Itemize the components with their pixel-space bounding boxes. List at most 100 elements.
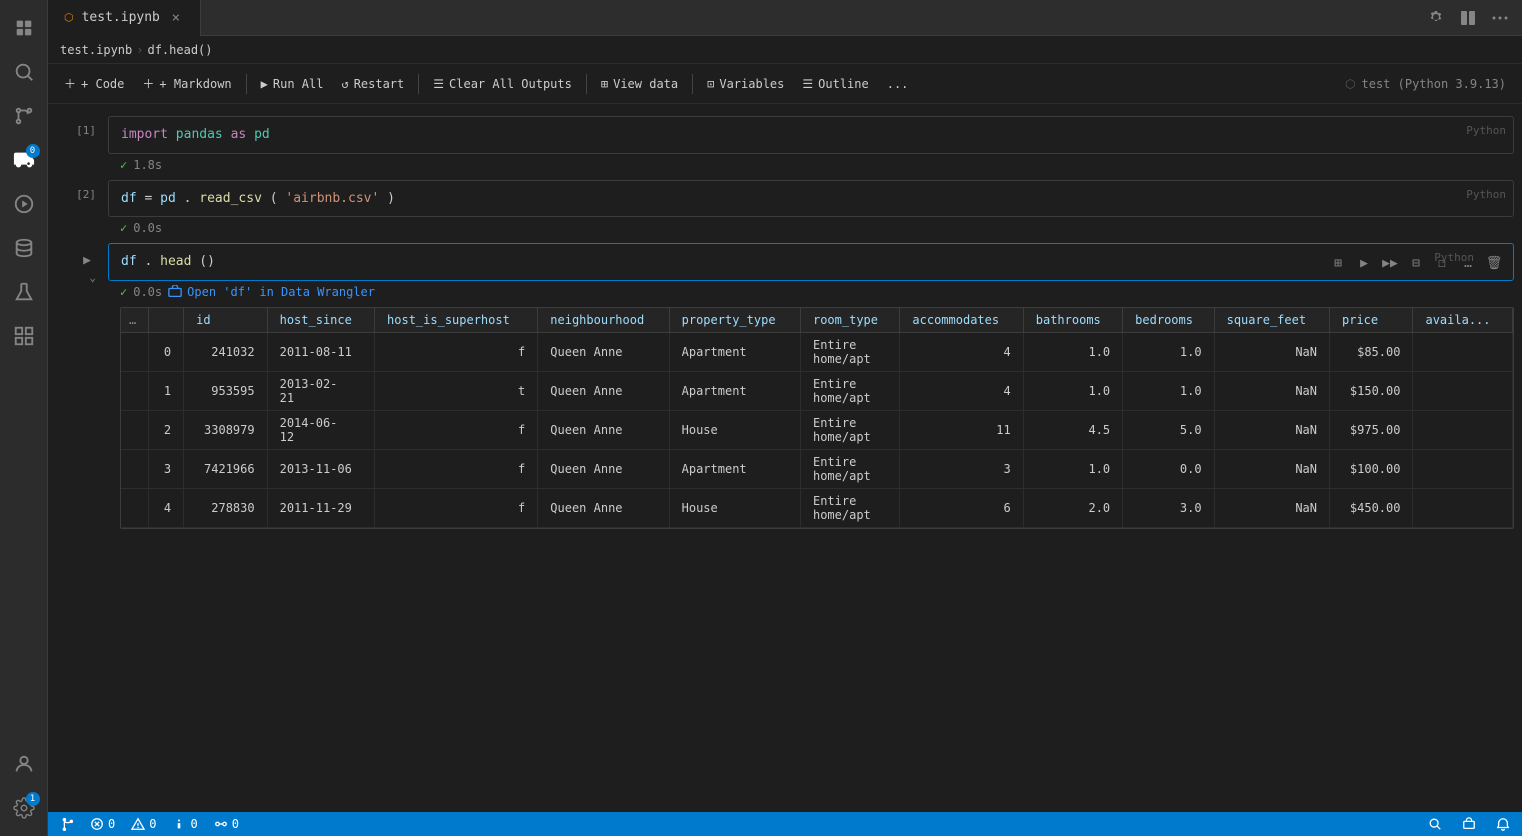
col-host-superhost[interactable]: host_is_superhost xyxy=(375,308,538,333)
split-editor-btn[interactable] xyxy=(1454,4,1482,32)
tab-label: test.ipynb xyxy=(82,10,160,25)
source-control-icon[interactable] xyxy=(4,96,44,136)
flask-icon[interactable] xyxy=(4,272,44,312)
data-wrangler-link[interactable]: Open 'df' in Data Wrangler xyxy=(168,285,375,299)
toolbar-sep-2 xyxy=(418,74,419,94)
cell-1-output: ✓ 1.8s xyxy=(108,154,1514,176)
cell-1-code[interactable]: import pandas as pd xyxy=(108,116,1514,154)
col-bathrooms[interactable]: bathrooms xyxy=(1023,308,1122,333)
explorer-icon[interactable] xyxy=(4,8,44,48)
search-icon[interactable] xyxy=(4,52,44,92)
grid-icon[interactable] xyxy=(4,316,44,356)
col-sqft[interactable]: square_feet xyxy=(1214,308,1329,333)
breadcrumb-separator: › xyxy=(136,43,143,57)
col-avail[interactable]: availa... xyxy=(1413,308,1513,333)
info-count[interactable]: 0 xyxy=(168,817,201,831)
cell-2-code[interactable]: df = pd . read_csv ( 'airbnb.csv' ) xyxy=(108,180,1514,218)
add-markdown-button[interactable]: ＋ + Markdown xyxy=(134,71,239,96)
col-options[interactable]: … xyxy=(121,308,148,333)
extensions-icon[interactable]: 0 xyxy=(4,140,44,180)
col-host-since[interactable]: host_since xyxy=(267,308,374,333)
notebook-body: [1] import pandas as pd ✓ 1.8s Python [2… xyxy=(48,104,1522,812)
col-id[interactable]: id xyxy=(184,308,267,333)
col-neighbourhood[interactable]: neighbourhood xyxy=(538,308,669,333)
wrangler-label: Open 'df' in Data Wrangler xyxy=(187,285,375,299)
df-var: df xyxy=(121,191,137,206)
settings-gear-btn[interactable] xyxy=(1422,4,1450,32)
variables-button[interactable]: ⊡ Variables xyxy=(699,73,792,95)
run-all-button[interactable]: ▶ Run All xyxy=(253,73,332,95)
port-count[interactable]: 0 xyxy=(210,817,243,831)
cell-split-btn[interactable]: ⊟ xyxy=(1404,251,1428,275)
tab-test-ipynb[interactable]: ⬡ test.ipynb × xyxy=(48,0,201,36)
account-icon[interactable] xyxy=(4,744,44,784)
cell-run-below-btn[interactable]: ▶▶ xyxy=(1378,251,1402,275)
cell-format-btn[interactable]: ⊞ xyxy=(1326,251,1350,275)
col-accommodates[interactable]: accommodates xyxy=(900,308,1023,333)
run-all-label: Run All xyxy=(273,77,324,91)
cell-run-btn-toolbar[interactable]: ▶ xyxy=(1352,251,1376,275)
outline-button[interactable]: ☰ Outline xyxy=(794,73,876,95)
info-count-val: 0 xyxy=(190,817,197,831)
view-data-button[interactable]: ⊞ View data xyxy=(593,73,686,95)
view-data-label: View data xyxy=(613,77,678,91)
pd-var: pd xyxy=(160,191,176,206)
cell-3-run-btn[interactable]: ▶ xyxy=(78,251,96,269)
more-actions-btn[interactable] xyxy=(1486,4,1514,32)
cell-3-gutter: ▶ ⌄ xyxy=(56,243,104,284)
data-icon[interactable] xyxy=(4,228,44,268)
breadcrumb-root[interactable]: test.ipynb xyxy=(60,43,132,57)
warnings-count[interactable]: 0 xyxy=(127,817,160,831)
status-bar: 0 0 0 0 xyxy=(48,812,1522,836)
settings-icon[interactable]: 1 xyxy=(4,788,44,828)
variables-icon: ⊡ xyxy=(707,77,714,91)
warning-count: 0 xyxy=(149,817,156,831)
variables-label: Variables xyxy=(719,77,784,91)
col-price[interactable]: price xyxy=(1330,308,1413,333)
toolbar-sep-1 xyxy=(246,74,247,94)
cell-2-lang: Python xyxy=(1466,188,1506,201)
python-icon: ⬡ xyxy=(1345,77,1355,91)
cell-3-output: ✓ 0.0s Open 'df' in Data Wrangler xyxy=(108,281,1514,303)
more-button[interactable]: ... xyxy=(879,73,917,95)
cell-2-check: ✓ xyxy=(120,221,127,235)
col-room-type[interactable]: room_type xyxy=(800,308,899,333)
notebook-tab-icon: ⬡ xyxy=(64,11,74,24)
data-table-container: … id host_since host_is_superhost neighb… xyxy=(120,307,1514,529)
table-row: 0 241032 2011-08-11 f Queen Anne Apartme… xyxy=(121,332,1513,371)
run-debug-icon[interactable] xyxy=(4,184,44,224)
status-left: 0 0 0 0 xyxy=(56,817,243,831)
toolbar-sep-3 xyxy=(586,74,587,94)
outline-icon: ☰ xyxy=(802,77,813,91)
tab-close-button[interactable]: × xyxy=(168,10,184,26)
zoom-level[interactable] xyxy=(1424,817,1446,831)
col-property-type[interactable]: property_type xyxy=(669,308,800,333)
extension-badge: 0 xyxy=(26,144,40,158)
restart-button[interactable]: ↺ Restart xyxy=(333,73,412,95)
remote-btn[interactable] xyxy=(1458,817,1480,831)
notebook-toolbar: ＋ + Code ＋ + Markdown ▶ Run All ↺ Restar… xyxy=(48,64,1522,104)
settings-badge: 1 xyxy=(26,792,40,806)
cell-2-output: ✓ 0.0s xyxy=(108,217,1514,239)
cell-1-number: [1] xyxy=(76,124,96,137)
python-info[interactable]: test (Python 3.9.13) xyxy=(1362,77,1507,91)
tab-bar: ⬡ test.ipynb × xyxy=(48,0,1522,36)
git-icon[interactable] xyxy=(56,817,78,831)
dataframe-table: … id host_since host_is_superhost neighb… xyxy=(121,308,1513,528)
clear-outputs-button[interactable]: ☰ Clear All Outputs xyxy=(425,73,580,95)
cell-3-time: 0.0s xyxy=(133,285,162,299)
notification-btn[interactable] xyxy=(1492,817,1514,831)
cell-delete-btn[interactable]: 🗑 xyxy=(1482,251,1506,275)
col-index[interactable] xyxy=(148,308,184,333)
add-code-button[interactable]: ＋ + Code xyxy=(56,71,132,96)
cell-1: [1] import pandas as pd ✓ 1.8s Python xyxy=(56,116,1514,176)
table-row: 1 953595 2013-02-21 t Queen Anne Apartme… xyxy=(121,371,1513,410)
cell-3-code[interactable]: df . head () xyxy=(108,243,1514,281)
window-controls xyxy=(1422,4,1522,32)
breadcrumb-child[interactable]: df.head() xyxy=(147,43,212,57)
restart-label: Restart xyxy=(354,77,405,91)
col-bedrooms[interactable]: bedrooms xyxy=(1123,308,1214,333)
cell-3-toolbar: ⊞ ▶ ▶▶ ⊟ ☐ … 🗑 xyxy=(1326,251,1506,275)
errors-count[interactable]: 0 xyxy=(86,817,119,831)
add-code-label: + Code xyxy=(81,77,124,91)
